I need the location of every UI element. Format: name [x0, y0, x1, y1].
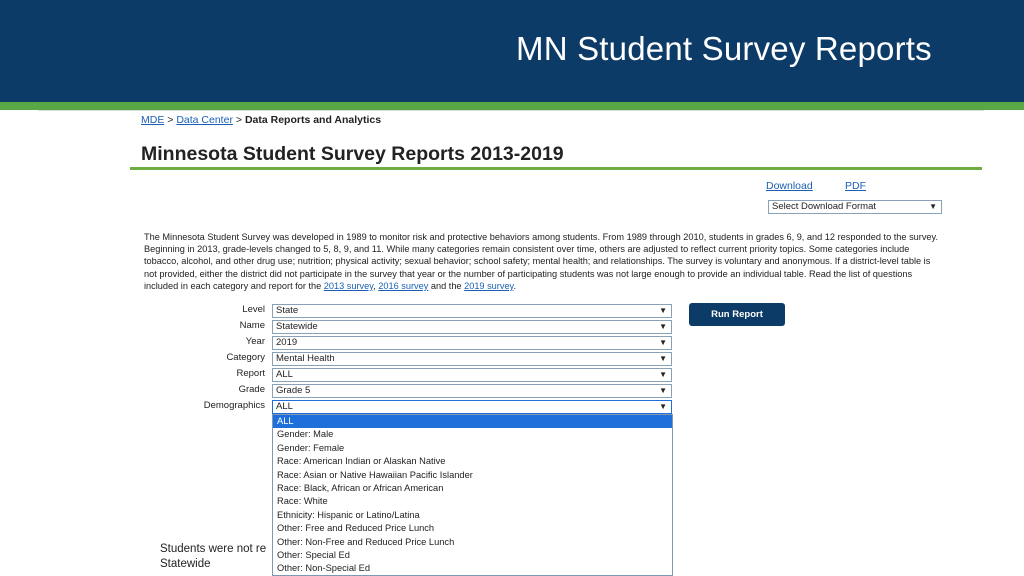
breadcrumb-separator: > — [167, 114, 174, 126]
statewide-label: Statewide — [160, 558, 211, 570]
dropdown-option[interactable]: Race: Black, African or African American — [273, 482, 672, 495]
divider — [38, 110, 984, 111]
chevron-down-icon: ▼ — [659, 370, 667, 379]
grade-value: Grade 5 — [276, 385, 311, 396]
survey-2013-link[interactable]: 2013 survey — [324, 281, 373, 291]
survey-2016-link[interactable]: 2016 survey — [378, 281, 428, 291]
chevron-down-icon: ▼ — [659, 338, 667, 347]
statewide-note: Students were not re — [160, 543, 267, 555]
report-select[interactable]: ALL ▼ — [272, 368, 672, 382]
chevron-down-icon: ▼ — [659, 402, 667, 411]
grade-select[interactable]: Grade 5 ▼ — [272, 384, 672, 398]
intro-end: . — [513, 280, 517, 291]
breadcrumb-current: Data Reports and Analytics — [244, 114, 382, 126]
chevron-down-icon: ▼ — [929, 202, 937, 211]
year-value: 2019 — [276, 337, 298, 348]
dropdown-option[interactable]: Other: Non-Free and Reduced Price Lunch — [273, 536, 672, 549]
slide-title: MN Student Survey Reports — [516, 30, 932, 67]
intro-text: The Minnesota Student Survey was develop… — [144, 232, 939, 291]
demographics-value: ALL — [276, 401, 293, 412]
breadcrumb-data-center-link[interactable]: Data Center — [176, 114, 233, 126]
grade-label: Grade — [238, 384, 265, 395]
name-value: Statewide — [276, 321, 318, 332]
dropdown-option[interactable]: Other: Special Ed — [273, 549, 672, 562]
category-value: Mental Health — [276, 353, 335, 364]
report-label: Report — [236, 368, 265, 379]
dropdown-option[interactable]: Gender: Female — [273, 442, 672, 455]
breadcrumb: MDE > Data Center > Data Reports and Ana… — [141, 114, 381, 126]
name-select[interactable]: Statewide ▼ — [272, 320, 672, 334]
breadcrumb-separator: > — [235, 114, 243, 126]
run-report-button[interactable]: Run Report — [689, 303, 785, 326]
category-select[interactable]: Mental Health ▼ — [272, 352, 672, 366]
dropdown-option[interactable]: Race: Asian or Native Hawaiian Pacific I… — [273, 469, 672, 482]
dropdown-option[interactable]: Other: Non-Special Ed — [273, 562, 672, 575]
demographics-label: Demographics — [203, 400, 265, 411]
year-select[interactable]: 2019 ▼ — [272, 336, 672, 350]
pdf-link[interactable]: PDF — [845, 180, 866, 192]
download-format-value: Select Download Format — [772, 201, 877, 212]
banner-accent-stripe — [0, 102, 1024, 110]
breadcrumb-home-link[interactable]: MDE — [141, 114, 164, 126]
dropdown-option[interactable]: Other: Free and Reduced Price Lunch — [273, 522, 672, 535]
chevron-down-icon: ▼ — [659, 386, 667, 395]
chevron-down-icon: ▼ — [659, 354, 667, 363]
download-link[interactable]: Download — [766, 180, 813, 192]
level-select[interactable]: State ▼ — [272, 304, 672, 318]
chevron-down-icon: ▼ — [659, 306, 667, 315]
demographics-dropdown-list: ALL Gender: Male Gender: Female Race: Am… — [272, 414, 673, 576]
dropdown-option[interactable]: Race: White — [273, 495, 672, 508]
level-value: State — [276, 305, 299, 316]
demographics-select[interactable]: ALL ▼ — [272, 400, 672, 414]
intro-paragraph: The Minnesota Student Survey was develop… — [144, 231, 944, 292]
category-label: Category — [226, 352, 265, 363]
intro-separator: and the — [428, 280, 465, 291]
level-label: Level — [242, 304, 265, 315]
dropdown-option[interactable]: Race: American Indian or Alaskan Native — [273, 455, 672, 468]
dropdown-option[interactable]: Ethnicity: Hispanic or Latino/Latina — [273, 509, 672, 522]
name-label: Name — [239, 320, 265, 331]
dropdown-option[interactable]: Gender: Male — [273, 428, 672, 441]
survey-2019-link[interactable]: 2019 survey — [464, 281, 513, 291]
heading-underline — [130, 167, 982, 170]
report-value: ALL — [276, 369, 293, 380]
year-label: Year — [245, 336, 265, 347]
chevron-down-icon: ▼ — [659, 322, 667, 331]
download-format-select[interactable]: Select Download Format ▼ — [768, 200, 942, 214]
dropdown-option[interactable]: ALL — [273, 415, 672, 429]
page-title: Minnesota Student Survey Reports 2013-20… — [141, 143, 564, 165]
